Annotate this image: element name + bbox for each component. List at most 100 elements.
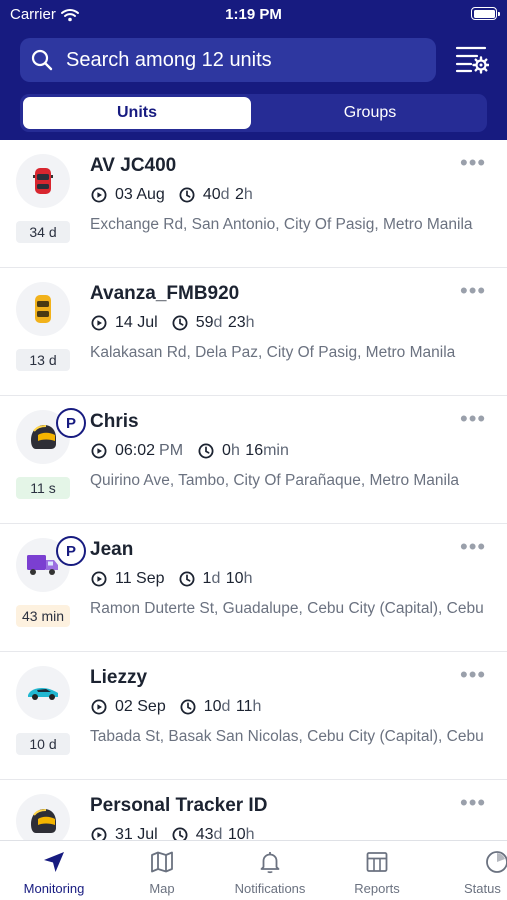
unit-name: Jean: [90, 539, 134, 560]
duration-value: 2: [234, 186, 244, 203]
last-message-date: 02 Sep: [115, 698, 166, 715]
more-options-icon[interactable]: •••: [460, 152, 486, 174]
duration-unit: d: [213, 826, 227, 840]
tab-label: Reports: [354, 881, 400, 896]
duration-unit: h: [230, 442, 245, 459]
report-table-icon: [364, 849, 390, 875]
more-options-icon[interactable]: •••: [460, 408, 486, 430]
unit-meta: 03 Aug 40d 2h: [91, 186, 254, 204]
status-bar: Carrier 1:19 PM: [0, 0, 507, 28]
duration-unit: d: [211, 570, 225, 587]
duration-value: 16: [245, 442, 264, 459]
unit-meta: 06:02 PM 0h 16min: [91, 442, 290, 460]
tab-label: Monitoring: [23, 881, 85, 896]
duration-clock-icon: [172, 315, 188, 331]
duration-value: 43: [195, 826, 214, 840]
unit-row[interactable]: 34 d AV JC400 ••• 03 Aug 40d 2h Exchange Rd, …: [0, 140, 507, 268]
last-update-age-badge: 13 d: [16, 349, 70, 371]
last-message-date: 06:02: [115, 442, 156, 459]
more-options-icon[interactable]: •••: [460, 792, 486, 814]
unit-meta: 14 Jul 59d 23h: [91, 314, 256, 332]
last-update-age-badge: 34 d: [16, 221, 70, 243]
duration-unit: h: [243, 570, 253, 587]
duration-value: 40: [202, 186, 221, 203]
tab-monitoring[interactable]: Monitoring: [4, 849, 104, 896]
unit-name: Personal Tracker ID: [90, 795, 268, 816]
search-icon: [30, 48, 54, 72]
last-update-age-badge: 10 d: [16, 733, 70, 755]
duration-value: 0: [222, 442, 231, 459]
unit-row[interactable]: P 11 s Chris ••• 06:02 PM 0h 16min Quirino Ave,…: [0, 396, 507, 524]
unit-name: Chris: [90, 411, 139, 432]
tab-units[interactable]: Units: [23, 97, 251, 129]
yellow-car-icon: [16, 282, 70, 336]
tab-label: Status: [464, 881, 501, 896]
unit-row[interactable]: 13 d Avanza_FMB920 ••• 14 Jul 59d 23h Kalakas…: [0, 268, 507, 396]
duration-value: 11: [235, 698, 253, 715]
duration-clock-icon: [198, 443, 214, 459]
unit-address: Quirino Ave, Tambo, City Of Parañaque, M…: [90, 472, 460, 489]
unit-name: Avanza_FMB920: [90, 283, 240, 304]
header-bar: Carrier 1:19 PM Units Grou: [0, 0, 507, 140]
filter-settings-icon[interactable]: [455, 44, 489, 74]
status-time: 1:19 PM: [225, 6, 282, 23]
unit-address: Ramon Duterte St, Guadalupe, Cebu City (…: [90, 600, 484, 617]
bell-icon: [257, 849, 283, 875]
duration-value: 10: [203, 698, 222, 715]
duration-unit: d: [213, 314, 227, 331]
helmet-icon: [16, 794, 70, 840]
state-duration: 40d 2h: [203, 186, 254, 204]
unit-address: Tabada St, Basak San Nicolas, Cebu City …: [90, 728, 484, 745]
last-message-icon: [91, 699, 107, 715]
unit-row[interactable]: Personal Tracker ID ••• 31 Jul 43d 10h: [0, 780, 507, 840]
unit-row[interactable]: P 43 min Jean ••• 11 Sep 1d 10h Ramon Duterte …: [0, 524, 507, 652]
unit-list: 34 d AV JC400 ••• 03 Aug 40d 2h Exchange Rd, …: [0, 140, 507, 840]
search-bar[interactable]: [20, 38, 436, 82]
unit-name: Liezzy: [90, 667, 148, 688]
unit-meta: 11 Sep 1d 10h: [91, 570, 253, 588]
tab-label: Notifications: [234, 881, 306, 896]
state-duration: 0h 16min: [222, 442, 290, 460]
cyan-sports-car-icon: [16, 666, 70, 720]
parked-badge: P: [56, 408, 86, 438]
duration-value: 23: [227, 314, 246, 331]
tab-groups[interactable]: Groups: [256, 97, 484, 129]
tab-label: Map: [149, 881, 175, 896]
duration-clock-icon: [179, 187, 195, 203]
last-update-age-badge: 43 min: [16, 605, 70, 627]
navigation-arrow-icon: [41, 849, 67, 875]
bottom-tab-bar: Monitoring Map Notifications Reports Status: [0, 840, 507, 900]
more-options-icon[interactable]: •••: [460, 280, 486, 302]
last-message-icon: [91, 187, 107, 203]
tab-status[interactable]: Status: [434, 849, 507, 896]
unit-address: Exchange Rd, San Antonio, City Of Pasig,…: [90, 216, 473, 233]
duration-unit: h: [243, 186, 253, 203]
tab-reports[interactable]: Reports: [327, 849, 427, 896]
unit-row[interactable]: 10 d Liezzy ••• 02 Sep 10d 11h Tabada St, Bas…: [0, 652, 507, 780]
duration-unit: min: [263, 442, 289, 459]
tab-notifications[interactable]: Notifications: [220, 849, 320, 896]
duration-clock-icon: [179, 571, 195, 587]
unit-meta: 31 Jul 43d 10h: [91, 826, 256, 840]
search-input[interactable]: [66, 48, 406, 72]
last-message-icon: [91, 827, 107, 840]
segmented-control: Units Groups: [20, 94, 487, 132]
unit-meta: 02 Sep 10d 11h: [91, 698, 262, 716]
duration-value: 59: [195, 314, 214, 331]
last-message-date: 11 Sep: [115, 570, 165, 587]
status-clock-icon: [484, 849, 507, 875]
more-options-icon[interactable]: •••: [460, 536, 486, 558]
unit-address: Kalakasan Rd, Dela Paz, City Of Pasig, M…: [90, 344, 456, 361]
last-update-age-badge: 11 s: [16, 477, 70, 499]
last-message-icon: [91, 571, 107, 587]
duration-unit: h: [245, 314, 255, 331]
map-icon: [149, 849, 175, 875]
state-duration: 43d 10h: [196, 826, 256, 840]
last-message-date: 03 Aug: [115, 186, 165, 203]
state-duration: 1d 10h: [203, 570, 254, 588]
tab-map[interactable]: Map: [112, 849, 212, 896]
duration-unit: h: [252, 698, 262, 715]
last-message-date: 14 Jul: [115, 314, 158, 331]
more-options-icon[interactable]: •••: [460, 664, 486, 686]
last-message-icon: [91, 315, 107, 331]
